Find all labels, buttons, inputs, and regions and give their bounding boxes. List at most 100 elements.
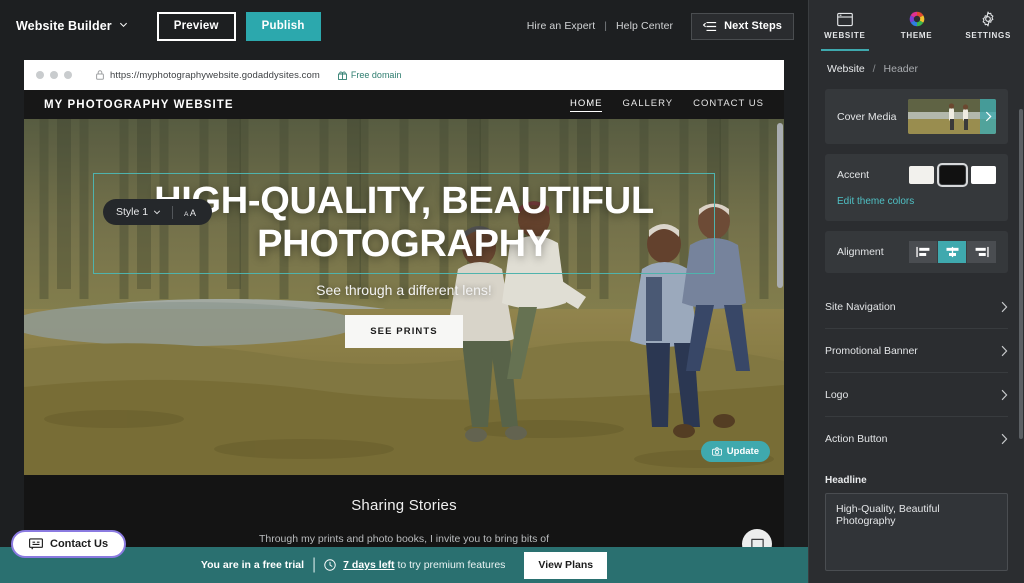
panel-item-action-button[interactable]: Action Button (825, 417, 1008, 461)
camera-icon (711, 447, 722, 456)
site-navigation: HOME GALLERY CONTACT US (569, 98, 764, 112)
browser-dots (36, 71, 72, 79)
hire-an-expert-link[interactable]: Hire an Expert (527, 20, 596, 32)
brand-menu[interactable]: Website Builder (16, 19, 128, 33)
panel-item-label: Logo (825, 388, 849, 401)
alignment-label: Alignment (837, 246, 884, 258)
browser-window-icon (836, 12, 853, 27)
message-icon (29, 538, 43, 550)
cover-media-label: Cover Media (837, 110, 897, 123)
panel-item-promotional-banner[interactable]: Promotional Banner (825, 329, 1008, 373)
help-center-link[interactable]: Help Center (616, 20, 673, 32)
trial-detail: 7 days left to try premium features (343, 559, 505, 571)
section-body-line1: Through my prints and photo books, I inv… (258, 533, 550, 545)
accent-swatch-cream[interactable] (909, 166, 934, 184)
hero-tagline: See through a different lens! (316, 282, 492, 299)
right-panel: WEBSITE THEME SETTINGS Website / Header … (808, 0, 1024, 583)
color-wheel-icon (909, 11, 925, 27)
gift-icon (338, 70, 347, 80)
main-area: Website Builder Preview Publish Hire an … (0, 0, 808, 583)
chevron-down-icon (153, 208, 161, 216)
font-size-icon[interactable]: A A (184, 207, 199, 218)
site-nav-item-gallery[interactable]: GALLERY (622, 98, 673, 111)
headline-field-label: Headline (825, 475, 867, 486)
chevron-right-icon (1001, 345, 1008, 357)
tab-website[interactable]: WEBSITE (809, 0, 881, 51)
accent-swatches (909, 163, 996, 187)
clock-icon (324, 559, 336, 571)
chevron-right-icon (1001, 301, 1008, 313)
section-title: Sharing Stories (351, 497, 457, 514)
tab-website-label: WEBSITE (824, 30, 866, 40)
tab-theme[interactable]: THEME (881, 0, 953, 51)
next-steps-label: Next Steps (724, 20, 782, 32)
top-toolbar-right: Hire an Expert | Help Center Next Steps (527, 12, 794, 40)
accent-swatch-black[interactable] (937, 163, 968, 187)
breadcrumb-root[interactable]: Website (827, 63, 865, 75)
browser-url-bar: https://myphotographywebsite.godaddysite… (24, 60, 784, 90)
site-preview: MY PHOTOGRAPHY WEBSITE HOME GALLERY CONT… (24, 90, 784, 583)
toolbar-divider (172, 205, 174, 219)
edit-theme-colors-link[interactable]: Edit theme colors (837, 196, 914, 207)
chevron-right-icon (980, 99, 996, 134)
accent-card: Accent Edit theme colors (825, 154, 1008, 221)
next-steps-button[interactable]: Next Steps (691, 12, 794, 40)
site-nav-item-contact-us[interactable]: CONTACT US (693, 98, 764, 111)
chevron-down-icon (119, 20, 128, 29)
align-center-button[interactable] (938, 241, 967, 263)
view-plans-button[interactable]: View Plans (524, 551, 608, 579)
tab-settings[interactable]: SETTINGS (952, 0, 1024, 51)
preview-scrollbar[interactable] (777, 123, 783, 288)
preview-canvas: https://myphotographywebsite.godaddysite… (24, 60, 784, 583)
panel-body: Website / Header Cover Media Accent Edit… (809, 51, 1024, 583)
url-text: https://myphotographywebsite.godaddysite… (110, 69, 320, 81)
browser-dot (50, 71, 58, 79)
align-left-button[interactable] (909, 241, 938, 263)
contact-us-button[interactable]: Contact Us (11, 530, 127, 558)
chevron-right-icon (1001, 389, 1008, 401)
style-label: Style 1 (116, 206, 149, 218)
chevron-right-icon (1001, 433, 1008, 445)
trial-message: You are in a free trial (200, 559, 305, 571)
site-nav-item-home[interactable]: HOME (569, 98, 603, 112)
accent-swatch-white[interactable] (971, 166, 996, 184)
style-selector[interactable]: Style 1 (116, 206, 161, 218)
panel-item-site-navigation[interactable]: Site Navigation (825, 285, 1008, 329)
toolbar-separator: | (604, 20, 607, 32)
update-cover-button[interactable]: Update (700, 441, 770, 462)
site-title[interactable]: MY PHOTOGRAPHY WEBSITE (44, 99, 234, 111)
gear-icon (980, 11, 996, 27)
svg-text:A: A (184, 210, 189, 217)
panel-item-label: Promotional Banner (825, 344, 918, 357)
publish-button[interactable]: Publish (245, 11, 321, 41)
hero-section[interactable]: HIGH-QUALITY, BEAUTIFUL PHOTOGRAPHY See … (24, 119, 784, 475)
lock-icon (96, 70, 104, 80)
trial-suffix: to try premium features (397, 559, 506, 571)
cover-media-card[interactable]: Cover Media (825, 89, 1008, 144)
panel-item-logo[interactable]: Logo (825, 373, 1008, 417)
cover-media-thumbnail[interactable] (908, 99, 996, 134)
trial-days-left[interactable]: 7 days left (343, 559, 394, 571)
align-right-button[interactable] (967, 241, 996, 263)
browser-dot (64, 71, 72, 79)
free-domain-badge[interactable]: Free domain (338, 70, 402, 80)
contact-us-label: Contact Us (50, 538, 109, 550)
update-label: Update (726, 446, 759, 457)
next-steps-icon (703, 21, 717, 32)
brand-label: Website Builder (16, 19, 112, 33)
headline-input[interactable] (825, 493, 1008, 571)
hero-content: HIGH-QUALITY, BEAUTIFUL PHOTOGRAPHY See … (24, 119, 784, 475)
see-prints-button[interactable]: SEE PRINTS (345, 315, 463, 349)
breadcrumb-separator: / (872, 63, 876, 75)
panel-scrollbar[interactable] (1019, 109, 1023, 439)
alignment-options (909, 241, 996, 263)
style-toolbar[interactable]: Style 1 A A (103, 199, 213, 225)
browser-dot (36, 71, 44, 79)
free-domain-label: Free domain (350, 70, 402, 80)
alignment-row: Alignment (837, 241, 996, 263)
site-header: MY PHOTOGRAPHY WEBSITE HOME GALLERY CONT… (24, 90, 784, 119)
preview-button[interactable]: Preview (156, 11, 236, 41)
tab-theme-label: THEME (900, 31, 933, 40)
tab-settings-label: SETTINGS (965, 31, 1011, 40)
panel-item-label: Site Navigation (825, 300, 896, 313)
